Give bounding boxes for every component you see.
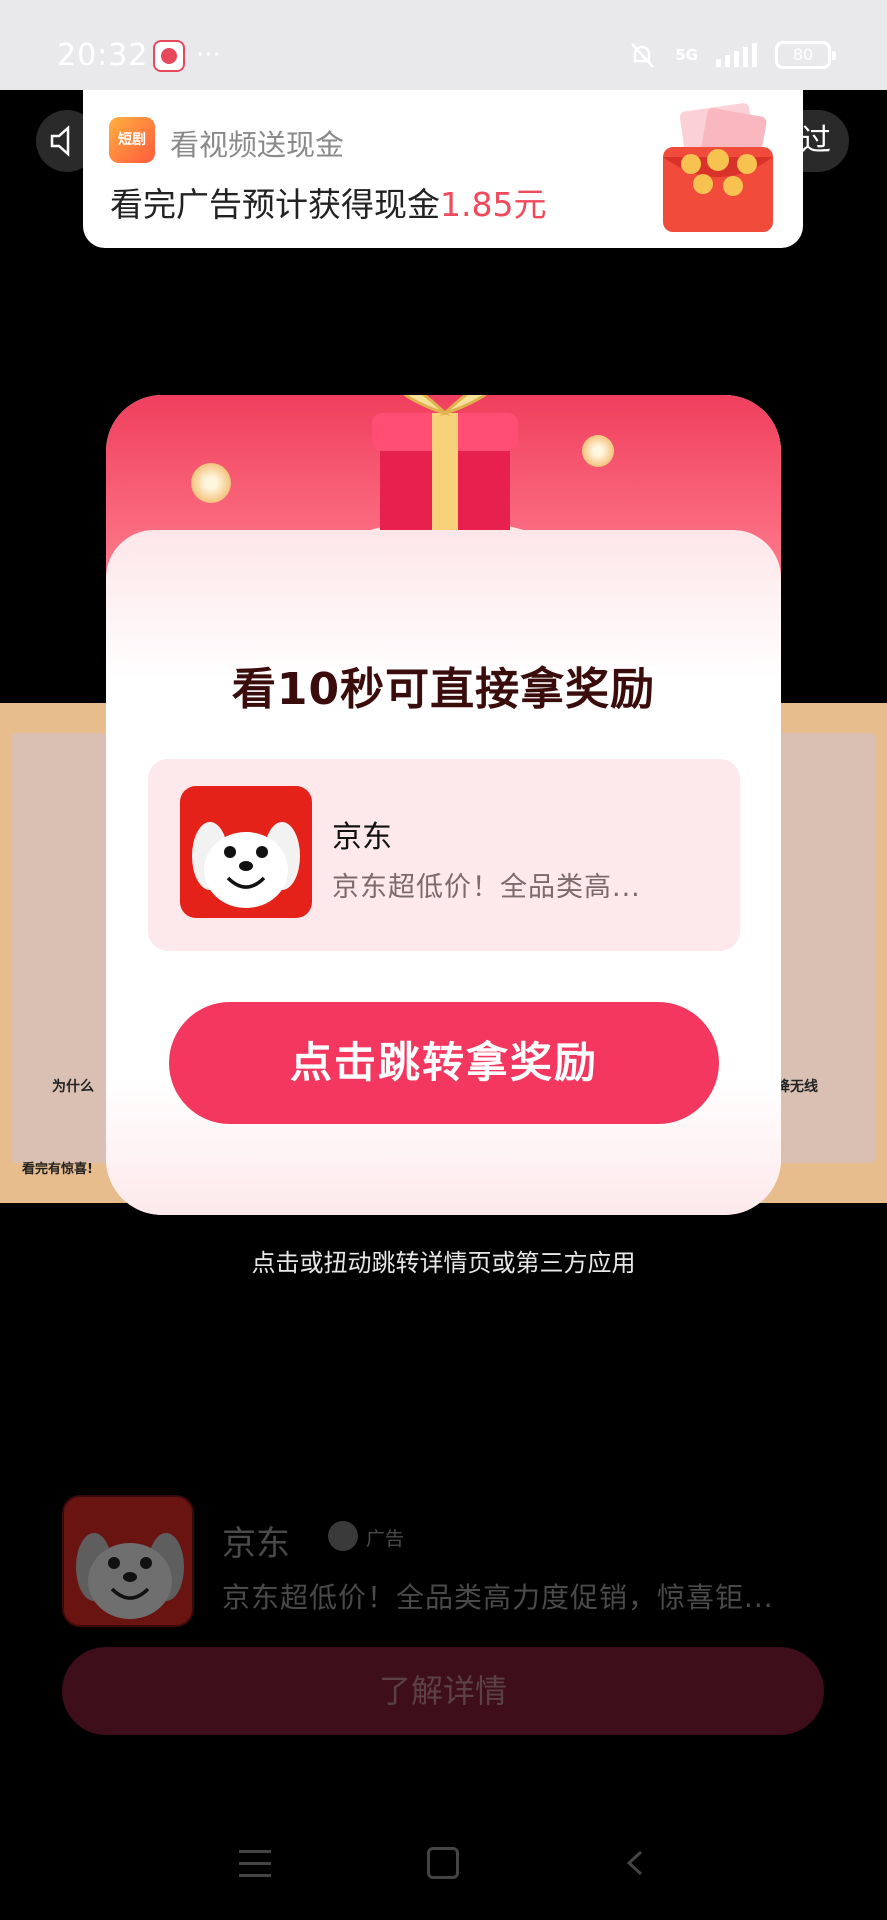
red-envelope-icon <box>663 103 773 232</box>
jd-app-icon <box>180 786 312 918</box>
system-nav-bar <box>0 1830 887 1920</box>
reward-banner[interactable]: 短剧 看视频送现金 看完广告预计获得现金1.85元 <box>83 90 803 248</box>
bottom-jd-app-icon[interactable] <box>62 1495 194 1627</box>
status-bar: 20:32 ··· 5G 80 <box>0 0 887 90</box>
coin-decoration-right <box>582 435 614 467</box>
ad-mark-icon <box>328 1521 358 1551</box>
short-drama-app-icon: 短剧 <box>109 117 155 163</box>
coin-decoration-left <box>191 463 231 503</box>
jump-hint-text: 点击或扭动跳转详情页或第三方应用 <box>251 1249 636 1277</box>
jd-dog-icon <box>192 822 300 908</box>
video-frame-right <box>765 733 875 1163</box>
advertised-app-card[interactable]: 京东 京东超低价！全品类高... <box>148 759 740 951</box>
network-type: 5G <box>675 45 698 64</box>
notification-app-icon <box>153 40 185 72</box>
claim-reward-button[interactable]: 点击跳转拿奖励 <box>169 1002 719 1124</box>
ad-label: 广告 <box>366 1528 405 1550</box>
banner-description: 看完广告预计获得现金1.85元 <box>110 178 546 226</box>
video-caption-bottom: 看完有惊喜! <box>22 1162 93 1177</box>
menu-icon[interactable] <box>239 1850 271 1878</box>
bottom-app-description: 京东超低价！全品类高力度促销，惊喜钜... <box>222 1581 774 1614</box>
banner-desc-prefix: 看完广告预计获得现金 <box>110 185 440 224</box>
app-name: 京东 <box>332 820 392 855</box>
jd-dog-icon-dim <box>76 1533 184 1619</box>
bell-off-icon <box>631 43 655 68</box>
banner-cash-amount: 1.85元 <box>440 185 547 224</box>
home-icon[interactable] <box>427 1847 459 1879</box>
app-description: 京东超低价！全品类高... <box>332 872 641 903</box>
learn-more-button[interactable]: 了解详情 <box>62 1647 824 1735</box>
modal-title: 看10秒可直接拿奖励 <box>231 664 656 715</box>
banner-title: 看视频送现金 <box>170 128 345 162</box>
battery-icon: 80 <box>775 41 836 69</box>
back-icon[interactable] <box>623 1850 647 1876</box>
video-caption-left: 为什么 <box>52 1079 94 1095</box>
more-notifications-icon: ··· <box>196 40 221 70</box>
bottom-app-name: 京东 <box>222 1524 290 1564</box>
status-time: 20:32 <box>57 38 149 73</box>
video-caption-right: 降无线 <box>776 1079 818 1095</box>
reward-modal: 看10秒可直接拿奖励 京东 京东超低价！全品类高... 点击跳转拿奖励 <box>106 395 781 1215</box>
signal-icon <box>716 43 757 67</box>
